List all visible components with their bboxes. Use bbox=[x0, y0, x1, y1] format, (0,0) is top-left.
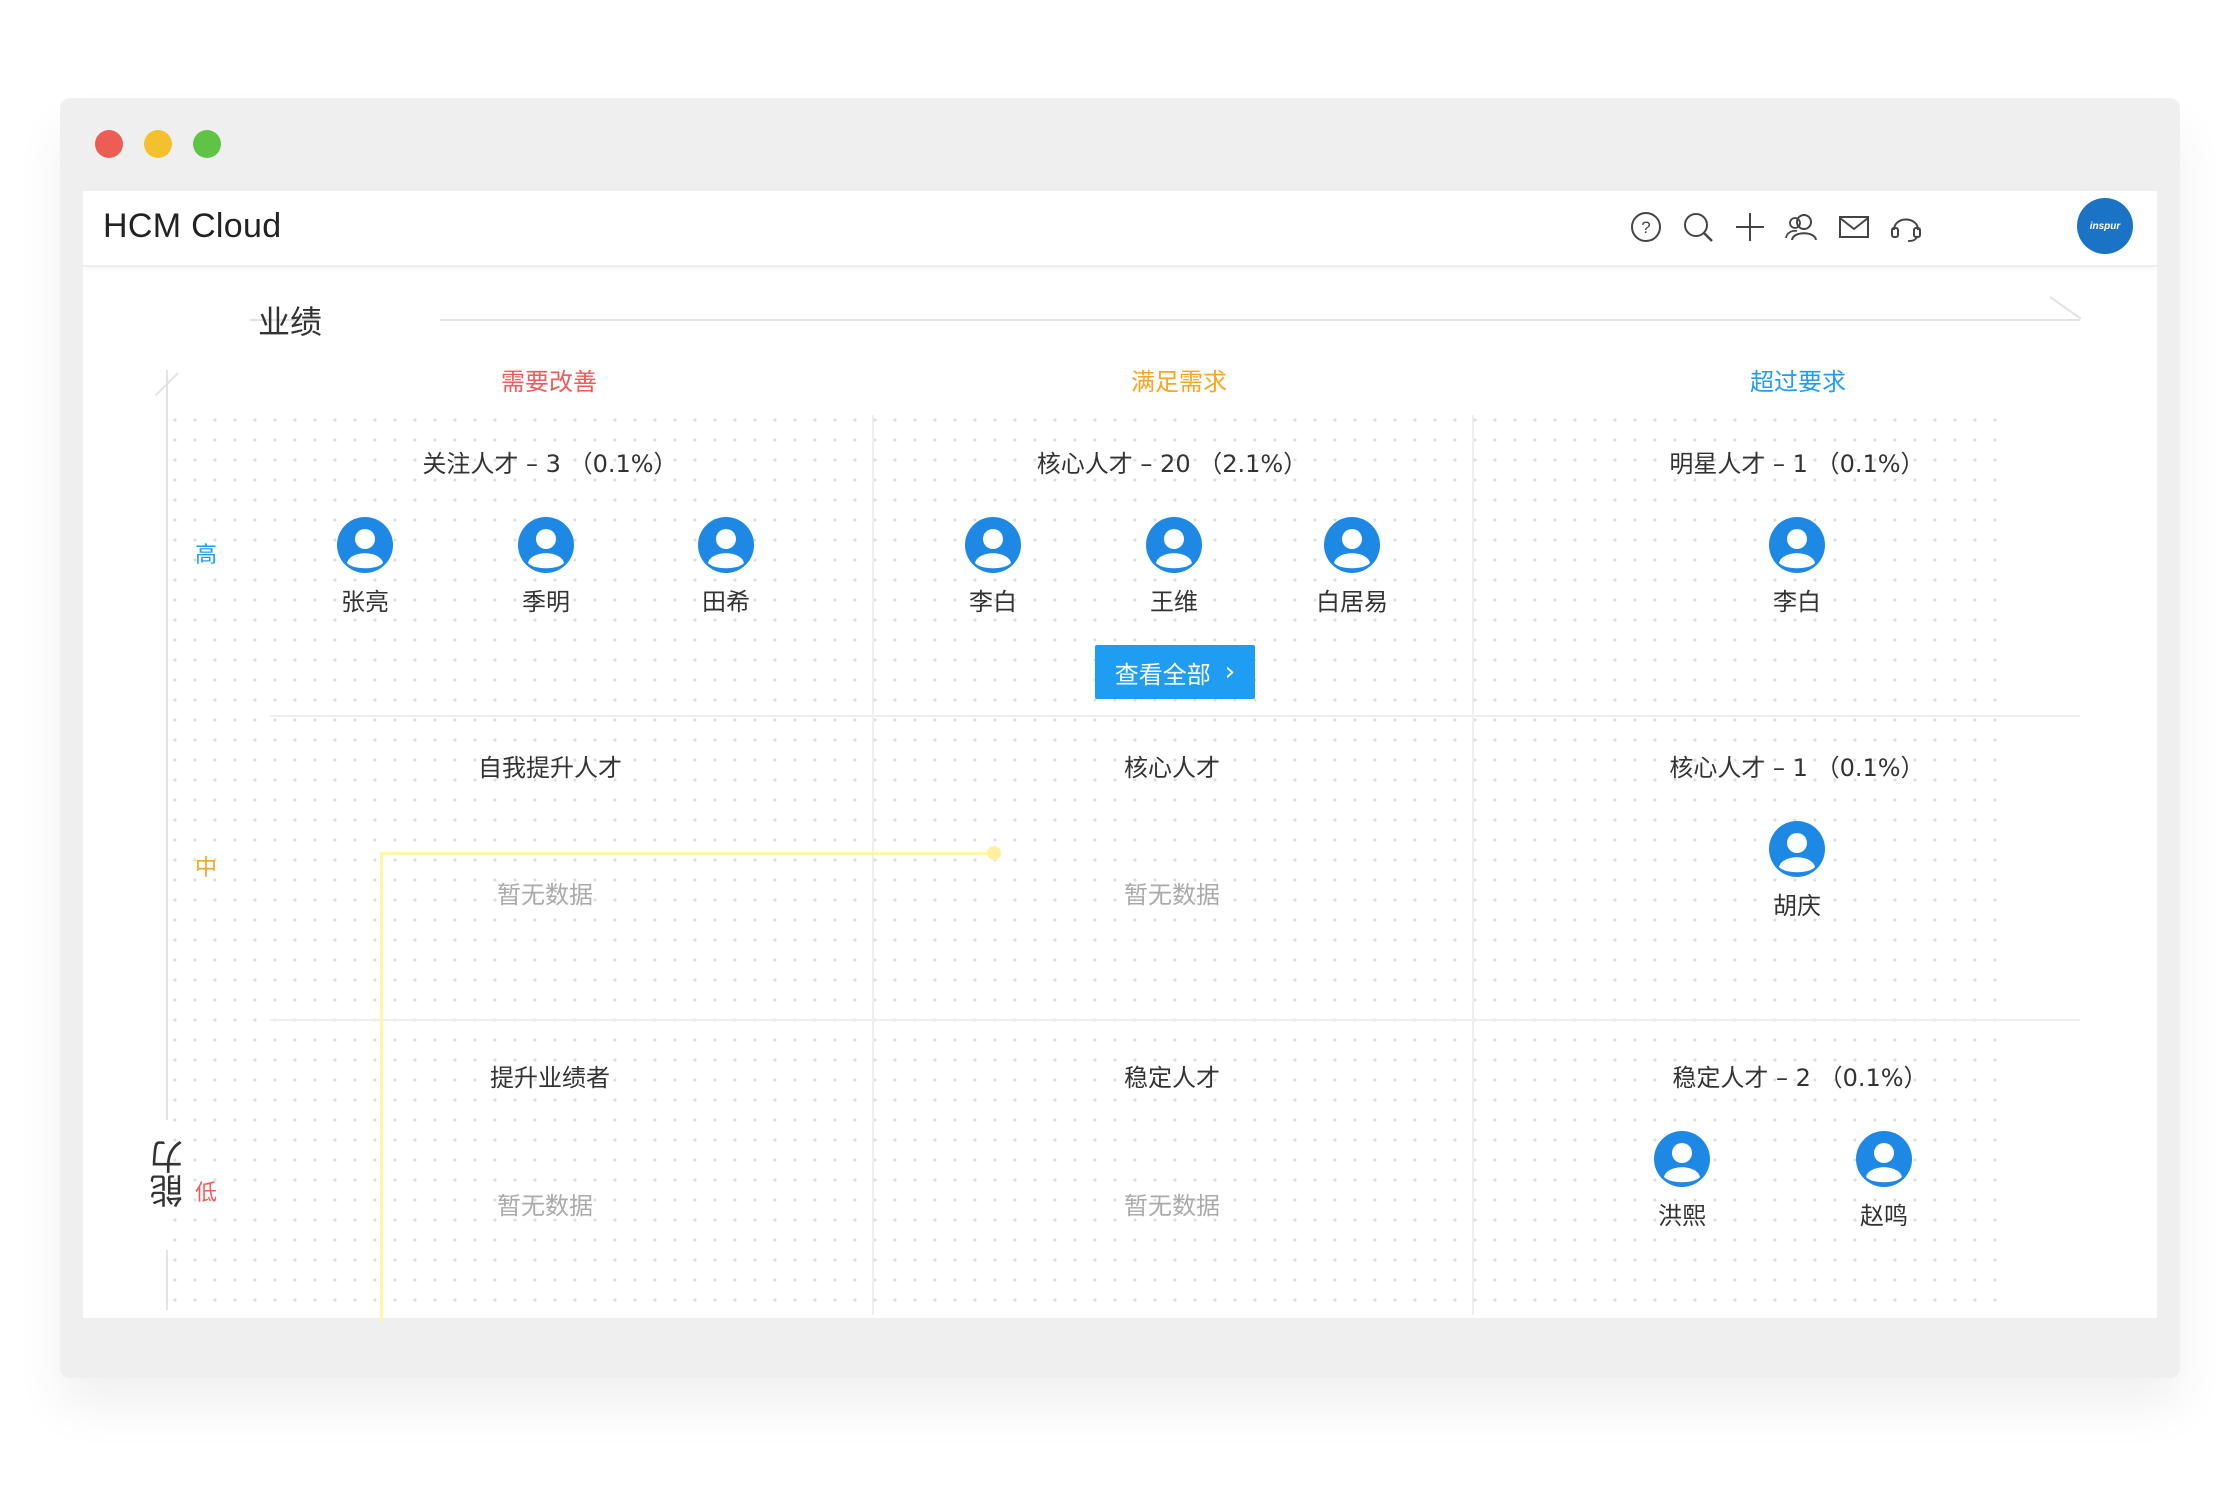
cell-title: 提升业绩者 bbox=[490, 1064, 610, 1092]
svg-text:?: ? bbox=[1641, 218, 1650, 237]
avatar-icon bbox=[964, 516, 1022, 574]
avatar-icon bbox=[517, 516, 575, 574]
cell-title: 稳定人才 – 2 （0.1%） bbox=[1672, 1064, 1928, 1092]
person-card[interactable]: 白居易 bbox=[1292, 516, 1412, 617]
person-card[interactable]: 胡庆 bbox=[1737, 820, 1857, 921]
cell-title: 核心人才 – 20 （2.1%） bbox=[1036, 450, 1308, 478]
avatar-icon bbox=[697, 516, 755, 574]
person-card[interactable]: 王维 bbox=[1114, 516, 1234, 617]
avatar-icon bbox=[1323, 516, 1381, 574]
mail-icon[interactable] bbox=[1835, 208, 1873, 246]
cell-title: 自我提升人才 bbox=[478, 754, 622, 782]
avatar-icon bbox=[336, 516, 394, 574]
top-bar: HCM Cloud ? inspur bbox=[83, 191, 2157, 267]
row-label-low: 低 bbox=[195, 1181, 218, 1206]
person-name: 张亮 bbox=[341, 588, 389, 616]
column-label-needs-improvement: 需要改善 bbox=[501, 368, 597, 396]
app-title: HCM Cloud bbox=[103, 207, 282, 245]
person-name: 胡庆 bbox=[1773, 892, 1821, 920]
avatar-icon bbox=[1653, 1130, 1711, 1188]
empty-state: 暂无数据 bbox=[1124, 1192, 1220, 1220]
person-card[interactable]: 张亮 bbox=[305, 516, 425, 617]
person-card[interactable]: 田希 bbox=[666, 516, 786, 617]
person-name: 李白 bbox=[969, 588, 1017, 616]
person-name: 洪熙 bbox=[1658, 1202, 1706, 1230]
grid-divider bbox=[270, 1019, 2080, 1021]
minimize-window-button[interactable] bbox=[144, 130, 172, 158]
user-avatar[interactable]: inspur bbox=[2077, 198, 2133, 254]
avatar-icon bbox=[1768, 516, 1826, 574]
column-label-meets: 满足需求 bbox=[1131, 368, 1227, 396]
view-all-button[interactable]: 查看全部 › bbox=[1095, 645, 1255, 699]
headset-icon[interactable] bbox=[1887, 208, 1925, 246]
performance-axis-title: 业绩 bbox=[258, 303, 323, 341]
empty-state: 暂无数据 bbox=[497, 1192, 593, 1220]
avatar-icon bbox=[1768, 820, 1826, 878]
ability-axis-title: 能力 bbox=[150, 1140, 190, 1208]
close-window-button[interactable] bbox=[95, 130, 123, 158]
chevron-right-icon: › bbox=[1224, 657, 1236, 687]
person-name: 田希 bbox=[702, 588, 750, 616]
person-name: 王维 bbox=[1150, 588, 1198, 616]
person-card[interactable]: 李白 bbox=[933, 516, 1053, 617]
cell-title: 稳定人才 bbox=[1124, 1064, 1220, 1092]
avatar-icon bbox=[1855, 1130, 1913, 1188]
cell-title: 核心人才 – 1 （0.1%） bbox=[1669, 754, 1925, 782]
search-icon[interactable] bbox=[1679, 208, 1717, 246]
drag-connector bbox=[380, 852, 995, 855]
performance-axis-line bbox=[440, 319, 2080, 321]
cell-title: 明星人才 – 1 （0.1%） bbox=[1669, 450, 1925, 478]
row-label-mid: 中 bbox=[195, 856, 218, 881]
empty-state: 暂无数据 bbox=[497, 881, 593, 909]
row-label-high: 高 bbox=[195, 543, 218, 568]
cell-title: 核心人才 bbox=[1124, 754, 1220, 782]
empty-state: 暂无数据 bbox=[1124, 881, 1220, 909]
drag-handle[interactable] bbox=[987, 846, 1001, 860]
cell-title: 关注人才 – 3 （0.1%） bbox=[422, 450, 678, 478]
users-icon[interactable] bbox=[1783, 208, 1821, 246]
add-icon[interactable] bbox=[1731, 208, 1769, 246]
person-name: 赵鸣 bbox=[1860, 1202, 1908, 1230]
avatar-icon bbox=[1145, 516, 1203, 574]
ability-axis-line bbox=[166, 1250, 168, 1310]
person-card[interactable]: 李白 bbox=[1737, 516, 1857, 617]
person-name: 李白 bbox=[1773, 588, 1821, 616]
ability-axis-line bbox=[166, 370, 168, 1120]
person-name: 白居易 bbox=[1316, 588, 1388, 616]
person-card[interactable]: 季明 bbox=[486, 516, 606, 617]
grid-divider bbox=[1472, 415, 1474, 1315]
grid-divider bbox=[270, 715, 2080, 717]
help-icon[interactable]: ? bbox=[1627, 208, 1665, 246]
grid-divider bbox=[872, 415, 874, 1315]
person-card[interactable]: 赵鸣 bbox=[1824, 1130, 1944, 1231]
column-label-exceeds: 超过要求 bbox=[1750, 368, 1846, 396]
person-card[interactable]: 洪熙 bbox=[1622, 1130, 1742, 1231]
view-all-label: 查看全部 bbox=[1114, 660, 1211, 689]
zoom-window-button[interactable] bbox=[193, 130, 221, 158]
person-name: 季明 bbox=[522, 588, 570, 616]
